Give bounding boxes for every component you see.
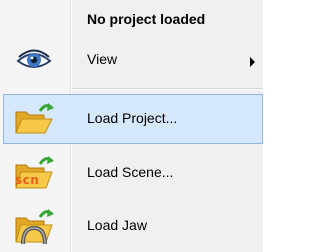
submenu-arrow-icon bbox=[250, 57, 255, 67]
folder-open-icon bbox=[12, 99, 56, 139]
menu-item-load-jaw-label: Load Jaw bbox=[87, 217, 147, 233]
menu-item-load-project[interactable]: Load Project... bbox=[0, 97, 263, 141]
folder-jaw-icon bbox=[12, 206, 56, 246]
menu-item-view-label: View bbox=[87, 51, 118, 67]
eye-icon bbox=[12, 40, 56, 80]
folder-scene-icon: scn bbox=[12, 153, 56, 193]
menu-item-load-scene-label: Load Scene... bbox=[87, 164, 174, 180]
context-menu: No project loaded View Load Project... s… bbox=[0, 0, 263, 252]
menu-header-label: No project loaded bbox=[87, 11, 206, 27]
menu-header: No project loaded bbox=[0, 8, 263, 32]
menu-item-load-scene[interactable]: scn Load Scene... bbox=[0, 151, 263, 195]
menu-item-view[interactable]: View bbox=[0, 40, 263, 80]
scene-badge: scn bbox=[15, 173, 40, 187]
menu-item-load-project-label: Load Project... bbox=[87, 110, 178, 126]
menu-separator-highlight bbox=[72, 89, 263, 90]
menu-item-load-jaw[interactable]: Load Jaw bbox=[0, 204, 263, 248]
